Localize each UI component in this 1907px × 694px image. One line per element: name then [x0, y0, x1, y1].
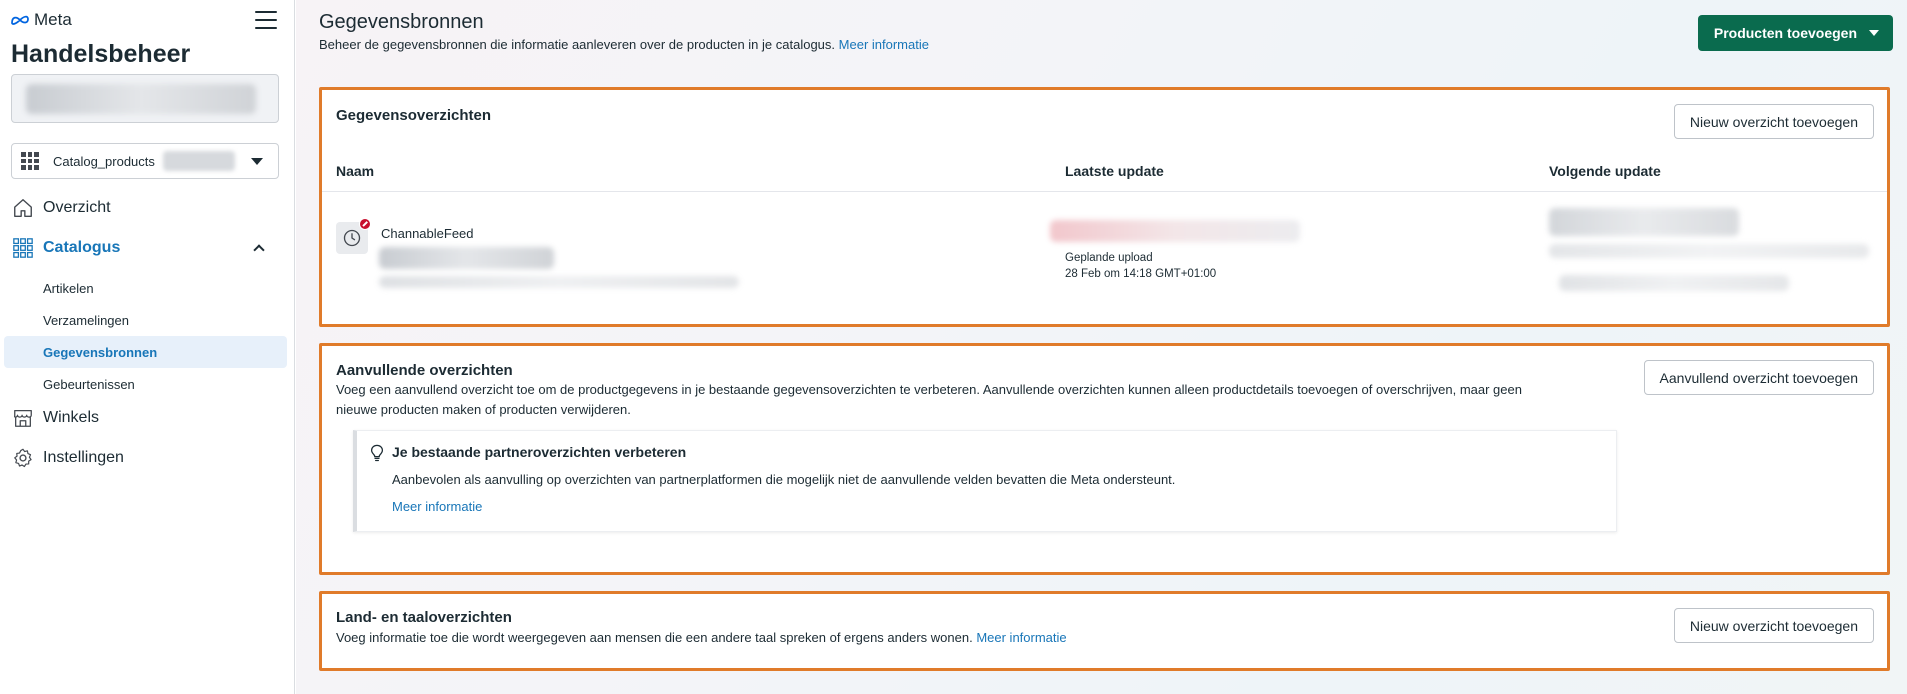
supplementary-title: Aanvullende overzichten: [336, 362, 513, 379]
redacted-last-update-status: [1050, 220, 1300, 242]
lightbulb-icon: [370, 444, 384, 462]
home-icon: [12, 197, 34, 219]
sidebar-subitem-data-sources[interactable]: Gegevensbronnen: [4, 336, 287, 368]
localized-description: Voeg informatie toe die wordt weergegeve…: [336, 628, 1067, 648]
supplementary-description: Voeg een aanvullend overzicht toe om de …: [336, 380, 1522, 420]
catalog-selector[interactable]: Catalog_products: [11, 143, 279, 179]
localized-title: Land- en taaloverzichten: [336, 609, 512, 626]
sidebar-subitem-collections[interactable]: Verzamelingen: [0, 304, 295, 336]
sidebar-nav: Overzicht Catalogus Artikelen Verzamelin…: [0, 190, 295, 476]
sidebar-item-shops[interactable]: Winkels: [0, 400, 295, 436]
sidebar-item-label: Catalogus: [43, 239, 121, 256]
dropdown-caret-icon: [1869, 30, 1879, 36]
meta-infinity-icon: [11, 15, 29, 25]
sidebar-item-label: Instellingen: [43, 449, 124, 466]
localized-description-text: Voeg informatie toe die wordt weergegeve…: [336, 630, 973, 645]
page-subtitle-link[interactable]: Meer informatie: [839, 37, 929, 52]
column-header-next-update[interactable]: Volgende update: [1549, 163, 1661, 179]
page-subtitle-text: Beheer de gegevensbronnen die informatie…: [319, 37, 836, 52]
redacted-next-update: [1549, 208, 1739, 236]
table-divider: [322, 191, 1887, 192]
localized-feeds-card: Land- en taaloverzichten Voeg informatie…: [319, 591, 1890, 671]
supplementary-description-line: Voeg een aanvullend overzicht toe om de …: [336, 382, 1522, 397]
redacted-feed-info: [379, 276, 739, 288]
supplementary-feeds-card: Aanvullende overzichten Aanvullend overz…: [319, 343, 1890, 575]
menu-icon[interactable]: [255, 11, 277, 29]
sidebar-subitem-events[interactable]: Gebeurtenissen: [0, 368, 295, 400]
gear-icon: [12, 447, 34, 469]
column-header-name[interactable]: Naam: [336, 163, 374, 179]
page-subtitle: Beheer de gegevensbronnen die informatie…: [319, 37, 929, 52]
add-supplementary-feed-button[interactable]: Aanvullend overzicht toevoegen: [1643, 360, 1874, 395]
sidebar-subitem-articles[interactable]: Artikelen: [0, 272, 295, 304]
tip-text: Aanbevolen als aanvulling op overzichten…: [392, 472, 1176, 487]
data-feeds-title: Gegevensoverzichten: [336, 107, 492, 124]
last-update-time: 28 Feb om 14:18 GMT+01:00: [1065, 268, 1217, 280]
partner-feeds-tip: Je bestaande partneroverzichten verbeter…: [353, 430, 1617, 532]
catalog-grid-icon: [12, 237, 34, 259]
meta-brand-text: Meta: [34, 10, 72, 29]
sidebar-item-settings[interactable]: Instellingen: [0, 440, 295, 476]
redacted-feed-info: [379, 247, 554, 269]
localized-learn-more-link[interactable]: Meer informatie: [976, 630, 1066, 645]
catalog-name: Catalog_products: [53, 153, 155, 169]
redacted-account: [26, 84, 256, 114]
last-update-label: Geplande upload: [1065, 252, 1153, 264]
tip-learn-more-link[interactable]: Meer informatie: [392, 499, 482, 514]
sidebar: Meta Handelsbeheer Catalog_products Over…: [0, 0, 295, 694]
catalog-grid-icon: [21, 152, 39, 170]
chevron-up-icon[interactable]: [253, 244, 265, 256]
column-header-last-update[interactable]: Laatste update: [1065, 163, 1164, 179]
meta-logo[interactable]: Meta: [10, 10, 72, 30]
sidebar-item-label: Winkels: [43, 409, 100, 426]
add-new-feed-button[interactable]: Nieuw overzicht toevoegen: [1673, 104, 1874, 139]
add-products-label: Producten toevoegen: [1713, 25, 1857, 41]
app-title: Handelsbeheer: [11, 40, 191, 68]
sidebar-item-overview[interactable]: Overzicht: [0, 190, 295, 226]
sidebar-item-catalog[interactable]: Catalogus: [0, 230, 295, 266]
redacted-catalog-id: [162, 151, 235, 171]
page-title: Gegevensbronnen: [319, 11, 484, 33]
add-localized-feed-button[interactable]: Nieuw overzicht toevoegen: [1673, 608, 1874, 643]
main-content: Gegevensbronnen Beheer de gegevensbronne…: [296, 0, 1907, 694]
business-account-selector[interactable]: [11, 74, 279, 123]
tip-title: Je bestaande partneroverzichten verbeter…: [392, 444, 687, 460]
add-products-button[interactable]: Producten toevoegen: [1697, 15, 1893, 51]
data-feeds-card: Gegevensoverzichten Nieuw overzicht toev…: [319, 87, 1890, 327]
shop-icon: [12, 407, 34, 429]
redacted-next-update: [1549, 244, 1869, 258]
error-status-icon: [359, 218, 371, 230]
feed-name[interactable]: ChannableFeed: [381, 226, 474, 241]
supplementary-description-line: nieuwe producten maken of producten verw…: [336, 402, 631, 417]
dropdown-caret-icon: [251, 158, 263, 165]
redacted-next-update: [1559, 275, 1789, 291]
sidebar-item-label: Overzicht: [43, 199, 111, 216]
